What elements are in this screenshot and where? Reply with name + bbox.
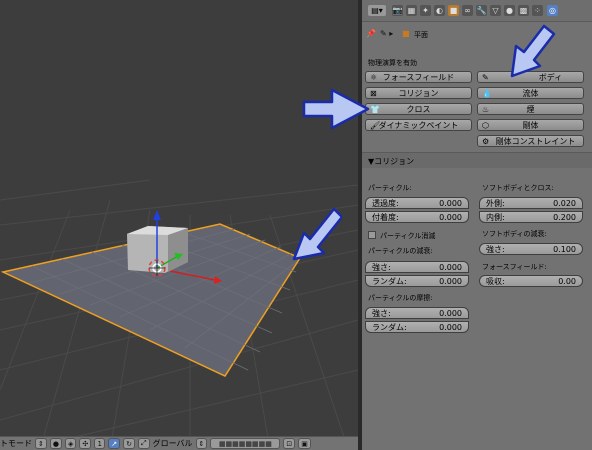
annotation-arrow-physics-tab — [510, 24, 556, 78]
translate-manipulator-icon[interactable]: ↗ — [108, 438, 121, 449]
render-tab-icon[interactable]: 📷 — [392, 5, 403, 16]
collision-button[interactable]: ⊠ コリジョン — [365, 87, 472, 99]
properties-editor: ▤▾ 📷 ▦ ✦ ◐ ■ ∞ 🔧 ▽ ● ▩ ⁘ ◎ 📌 ✎ ▸ ■ 平面 物理… — [302, 0, 592, 450]
force-field-button[interactable]: ⚛ フォースフィールド — [365, 71, 472, 83]
damping-random-field[interactable]: ランダム: 0.000 — [365, 275, 469, 287]
particle-label: パーティクル: — [368, 184, 412, 192]
modifiers-tab-icon[interactable]: 🔧 — [476, 5, 487, 16]
rigid-body-button[interactable]: ⬡ 剛体 — [477, 119, 584, 131]
constraint-icon: ⚙ — [482, 137, 490, 146]
inner-field[interactable]: 内側: 0.200 — [479, 211, 583, 223]
particles-tab-icon[interactable]: ⁘ — [532, 5, 543, 16]
collision-panel-title: ▼コリジョン — [368, 157, 415, 166]
orientation-select[interactable]: グローバル — [153, 438, 193, 449]
softbody-damping-label: ソフトボディの減衰: — [482, 230, 547, 238]
droplet-icon: 💧 — [482, 89, 492, 98]
damping-strength-field[interactable]: 強さ: 0.000 — [365, 261, 469, 273]
physics-enable-label: 物理演算を有効 — [368, 59, 417, 67]
friction-strength-field[interactable]: 強さ: 0.000 — [365, 307, 469, 319]
annotation-arrow-collision — [302, 88, 370, 130]
manipulator-icon[interactable]: ✣ — [79, 438, 92, 449]
pin-icon[interactable]: 📌 — [366, 29, 376, 38]
render-layers-tab-icon[interactable]: ▦ — [406, 5, 417, 16]
object-name: 平面 — [414, 31, 428, 39]
layer-toggle[interactable]: 1 — [94, 438, 106, 449]
rigid-body-constraint-button[interactable]: ⚙ 剛体コンストレイント — [477, 135, 584, 147]
softbody-cloth-label: ソフトボディとクロス: — [482, 184, 554, 192]
absorption-field[interactable]: 吸収: 0.00 — [479, 275, 583, 287]
layers-grid[interactable]: ▦▦▦▦▦▦▦▦ — [210, 438, 281, 449]
editor-type-icon[interactable]: ▤▾ — [368, 5, 386, 16]
3d-viewport[interactable]: トモード ⇕ ● ◈ ✣ 1 ↗ ↻ ⤢ グローバル ⇕ ▦▦▦▦▦▦▦▦ ⊡ … — [0, 0, 358, 450]
constraints-tab-icon[interactable]: ∞ — [462, 5, 473, 16]
annotation-arrow-plane — [292, 207, 342, 261]
smoke-button[interactable]: ♨ 煙 — [477, 103, 584, 115]
outer-field[interactable]: 外側: 0.020 — [479, 197, 583, 209]
lock-icon[interactable]: ⊡ — [283, 438, 296, 449]
kill-particles-label: パーティクル消滅 — [380, 232, 436, 240]
object-tab-icon[interactable]: ■ — [448, 5, 459, 16]
scene-tab-icon[interactable]: ✦ — [420, 5, 431, 16]
object-data-icon: ✎ ▸ — [380, 29, 394, 38]
force-field-label: フォースフィールド: — [482, 263, 547, 271]
world-tab-icon[interactable]: ◐ — [434, 5, 445, 16]
shading-sphere-icon[interactable]: ● — [49, 438, 62, 449]
mode-select[interactable]: トモード — [0, 438, 32, 449]
particle-damping-label: パーティクルの減衰: — [368, 247, 433, 255]
object-icon: ■ — [402, 29, 410, 38]
friction-random-field[interactable]: ランダム: 0.000 — [365, 321, 469, 333]
pivot-icon[interactable]: ◈ — [64, 438, 77, 449]
scale-manipulator-icon[interactable]: ⤢ — [138, 438, 150, 449]
kill-particles-checkbox[interactable] — [368, 231, 376, 239]
permeability-field[interactable]: 透過度: 0.000 — [365, 197, 469, 209]
cloth-button[interactable]: 👕 クロス — [365, 103, 472, 115]
soft-body-icon: ✎ — [482, 73, 489, 82]
fluid-button[interactable]: 💧 流体 — [477, 87, 584, 99]
orientation-dropdown-icon[interactable]: ⇕ — [195, 438, 208, 449]
dynamic-paint-button[interactable]: 🖌 ダイナミックペイント — [365, 119, 472, 131]
z-axis-arrow[interactable] — [153, 210, 161, 220]
force-field-icon: ⚛ — [370, 73, 378, 82]
render-icon[interactable]: ▣ — [298, 438, 311, 449]
particle-friction-label: パーティクルの摩擦: — [368, 294, 433, 302]
viewport-header: トモード ⇕ ● ◈ ✣ 1 ↗ ↻ ⤢ グローバル ⇕ ▦▦▦▦▦▦▦▦ ⊡ … — [0, 436, 358, 450]
softbody-strength-field[interactable]: 強さ: 0.100 — [479, 243, 583, 255]
mode-dropdown-icon[interactable]: ⇕ — [35, 438, 47, 449]
rigid-body-icon: ⬡ — [482, 121, 489, 130]
smoke-icon: ♨ — [482, 105, 490, 114]
texture-tab-icon[interactable]: ▩ — [518, 5, 529, 16]
collision-panel-header[interactable]: ▼コリジョン — [362, 152, 592, 168]
rotate-manipulator-icon[interactable]: ↻ — [123, 438, 135, 449]
properties-header: ▤▾ 📷 ▦ ✦ ◐ ■ ∞ 🔧 ▽ ● ▩ ⁘ ◎ — [362, 0, 592, 22]
physics-tab-icon[interactable]: ◎ — [547, 5, 558, 16]
stickiness-field[interactable]: 付着度: 0.000 — [365, 211, 469, 223]
data-tab-icon[interactable]: ▽ — [490, 5, 501, 16]
material-tab-icon[interactable]: ● — [504, 5, 515, 16]
